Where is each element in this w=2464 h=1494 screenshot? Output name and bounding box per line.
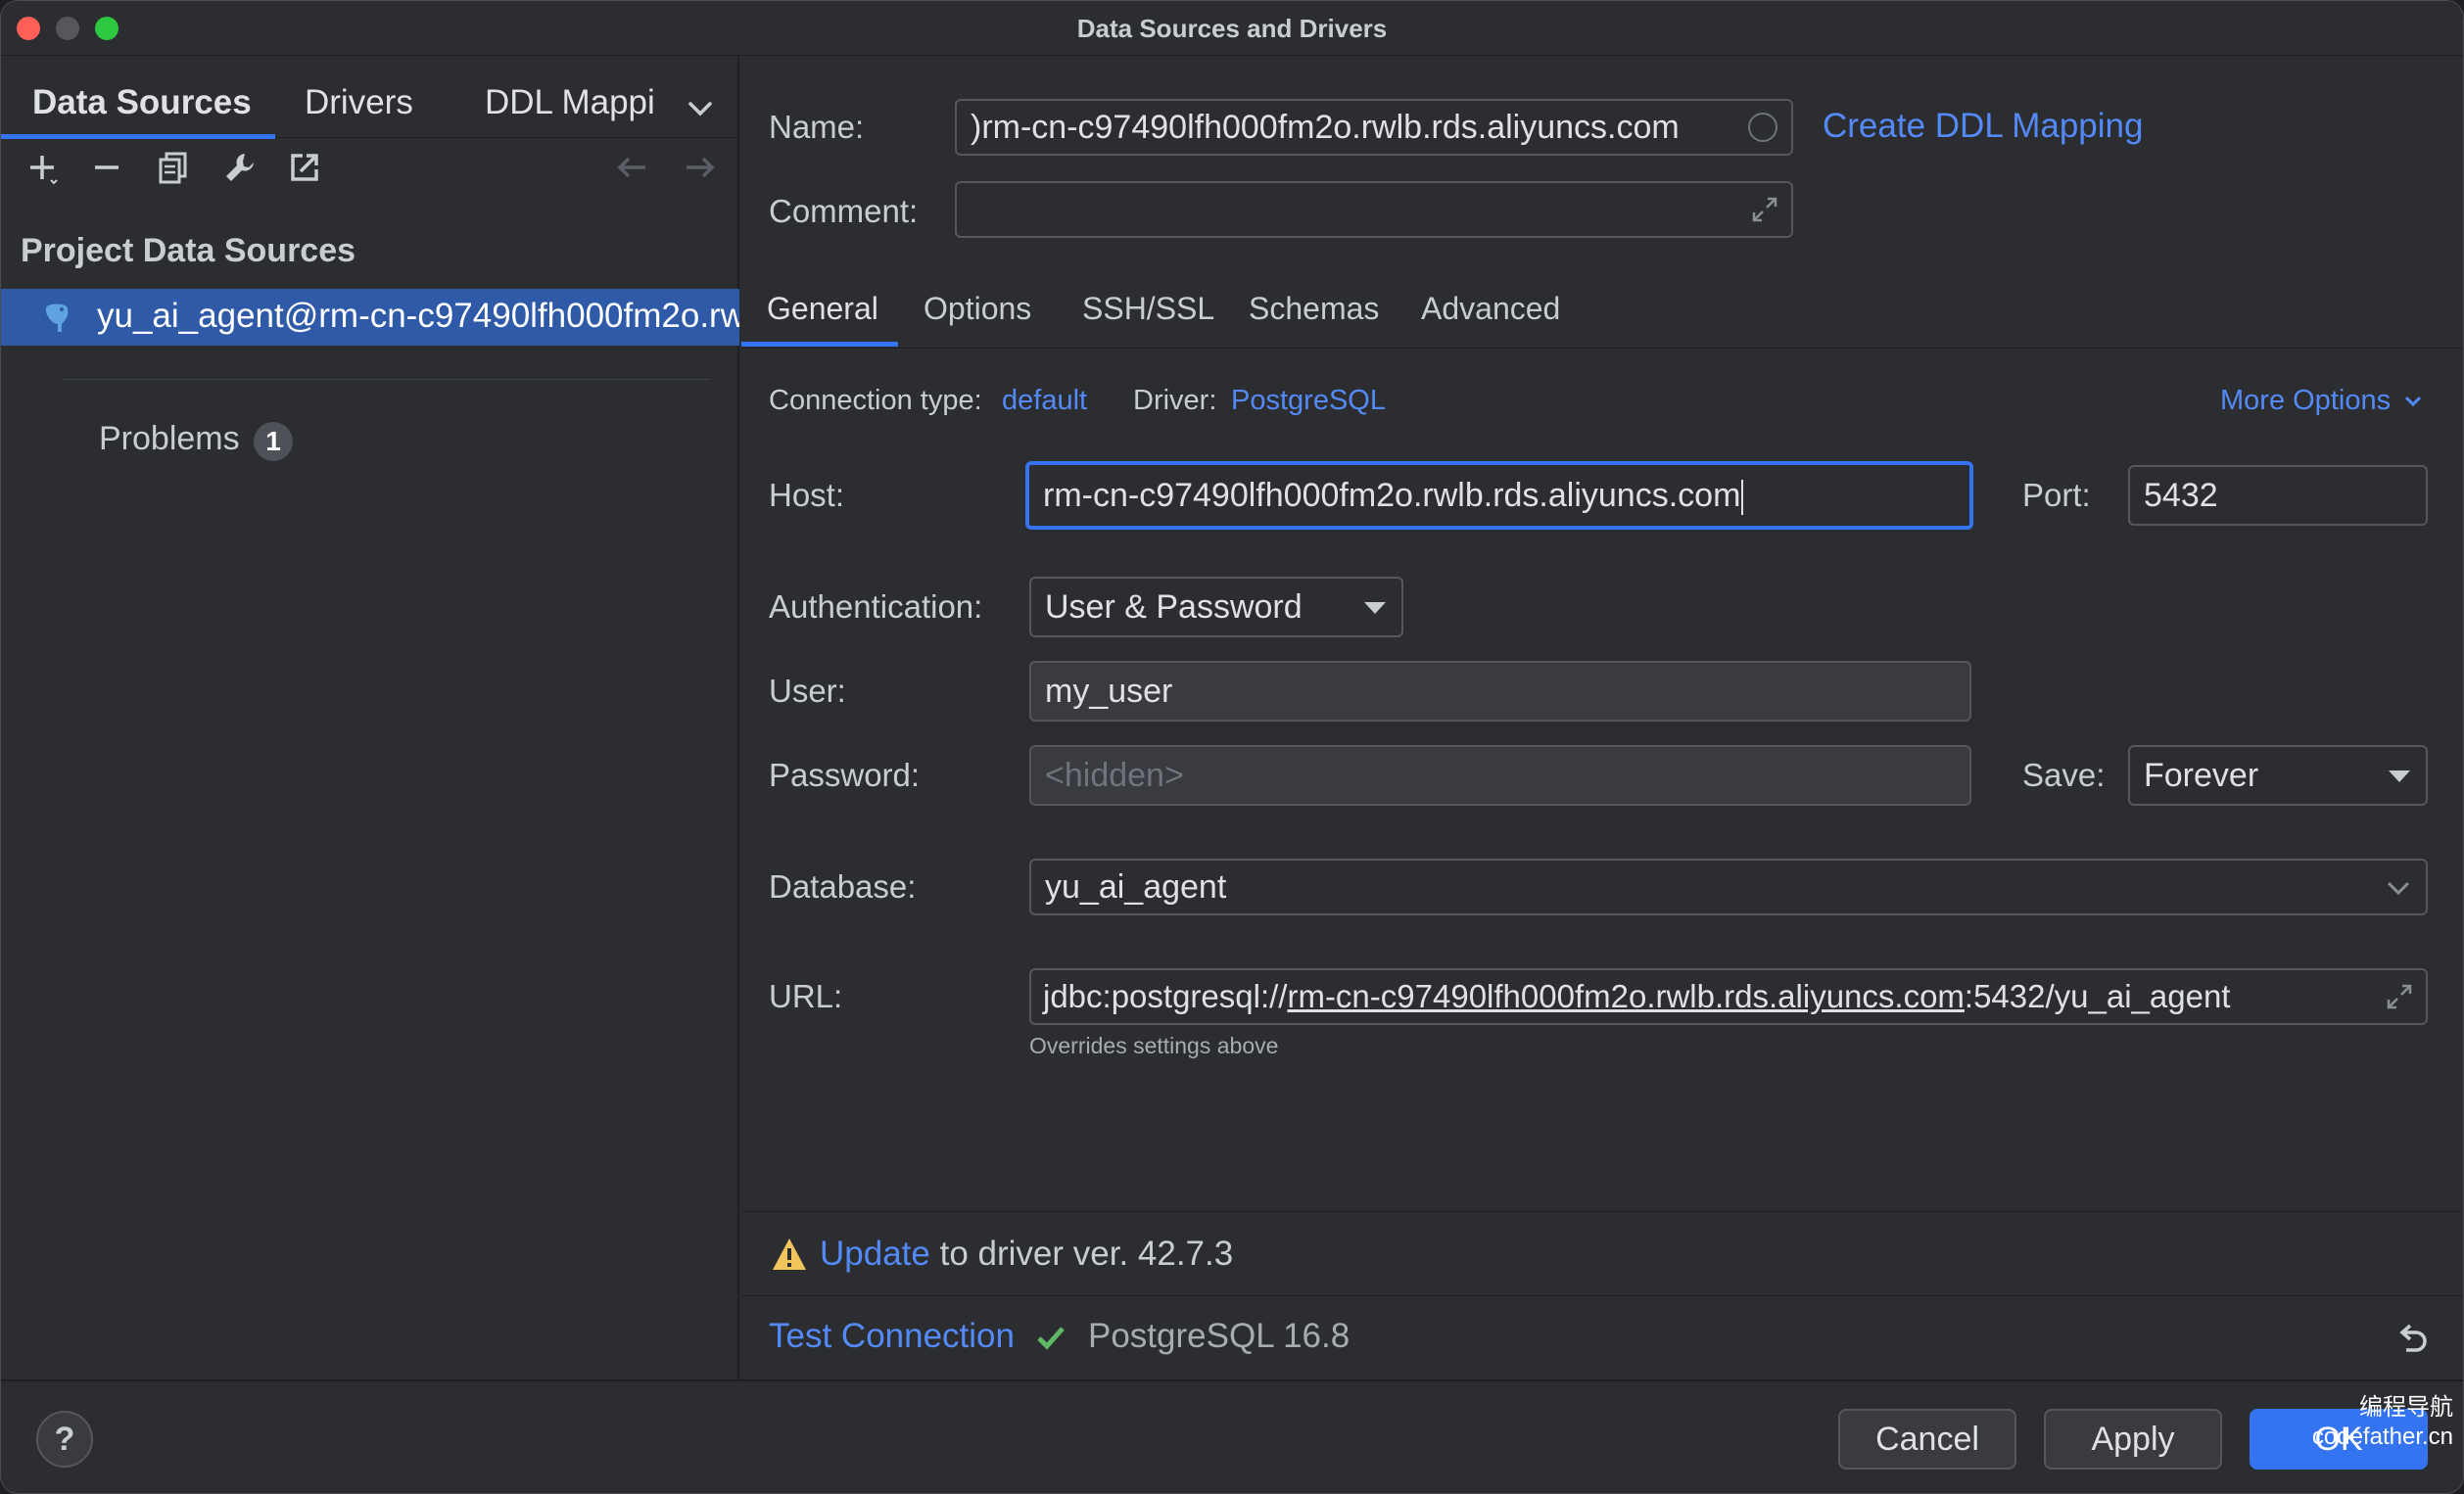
driver-update-notice: Update to driver ver. 42.7.3 xyxy=(820,1235,1233,1274)
driver-label: Driver: xyxy=(1133,385,1217,416)
tab-general[interactable]: General xyxy=(767,291,878,327)
host-label: Host: xyxy=(769,477,845,513)
watermark-line-1: 编程导航 xyxy=(2359,1394,2453,1421)
tab-options[interactable]: Options xyxy=(924,291,1031,327)
duplicate-icon[interactable] xyxy=(152,146,195,189)
loading-circle-icon xyxy=(1748,113,1777,142)
divider xyxy=(741,1211,2463,1212)
forward-arrow-icon[interactable] xyxy=(679,146,722,189)
driver-link[interactable]: PostgreSQL xyxy=(1231,385,1386,417)
more-options-label: More Options xyxy=(2220,385,2392,416)
url-input[interactable]: jdbc:postgresql://rm-cn-c97490lfh000fm2o… xyxy=(1029,968,2428,1025)
url-note: Overrides settings above xyxy=(1029,1033,1279,1058)
active-tab-indicator xyxy=(741,342,898,347)
host-value: rm-cn-c97490lfh000fm2o.rwlb.rds.aliyuncs… xyxy=(1043,477,1741,514)
test-connection-link[interactable]: Test Connection xyxy=(769,1317,1015,1356)
authentication-value: User & Password xyxy=(1045,588,1303,626)
save-value: Forever xyxy=(2144,757,2259,794)
postgresql-elephant-icon xyxy=(46,303,69,332)
tab-ddl-mappings[interactable]: DDL Mappi xyxy=(485,83,671,122)
url-label: URL: xyxy=(769,978,843,1014)
chevron-down-icon xyxy=(2405,397,2422,407)
tab-data-sources[interactable]: Data Sources xyxy=(32,83,252,122)
divider xyxy=(62,379,710,380)
data-source-label: yu_ai_agent@rm-cn-c97490lfh000fm2o.rwlb.… xyxy=(97,297,739,335)
name-value: )rm-cn-c97490lfh000fm2o.rwlb.rds.aliyunc… xyxy=(971,109,1680,146)
more-options-link[interactable]: More Options xyxy=(2220,385,2424,417)
authentication-label: Authentication: xyxy=(769,588,983,625)
window-title: Data Sources and Drivers xyxy=(1076,14,1388,43)
data-source-item[interactable]: yu_ai_agent@rm-cn-c97490lfh000fm2o.rwlb.… xyxy=(1,289,739,346)
create-ddl-mapping-link[interactable]: Create DDL Mapping xyxy=(1823,107,2143,146)
expand-icon[interactable] xyxy=(2385,982,2414,1011)
port-value: 5432 xyxy=(2144,477,2218,514)
save-select[interactable]: Forever xyxy=(2128,745,2428,806)
remove-icon[interactable] xyxy=(85,146,128,189)
port-label: Port: xyxy=(2022,477,2091,513)
problems-label[interactable]: Problems xyxy=(99,420,240,458)
undo-icon[interactable] xyxy=(2394,1321,2430,1356)
watermark-line-2: codefather.cn xyxy=(2311,1424,2453,1450)
authentication-select[interactable]: User & Password xyxy=(1029,577,1403,637)
right-panel: Name: )rm-cn-c97490lfh000fm2o.rwlb.rds.a… xyxy=(741,56,2463,1379)
url-prefix: jdbc:postgresql:// xyxy=(1043,978,1288,1014)
divider xyxy=(741,1295,2463,1296)
warning-icon xyxy=(773,1238,806,1270)
url-suffix: :5432/yu_ai_agent xyxy=(1964,978,2231,1014)
name-label: Name: xyxy=(769,109,865,145)
title-bar: Data Sources and Drivers xyxy=(1,1,2463,56)
left-panel: Data Sources Drivers DDL Mappi Project D… xyxy=(1,56,739,1379)
open-external-icon[interactable] xyxy=(283,146,326,189)
comment-field[interactable] xyxy=(955,181,1793,238)
problems-count-badge: 1 xyxy=(254,422,293,461)
password-input[interactable]: <hidden> xyxy=(1029,745,1971,806)
expand-icon[interactable] xyxy=(1750,195,1779,224)
tab-advanced[interactable]: Advanced xyxy=(1421,291,1560,327)
port-input[interactable]: 5432 xyxy=(2128,465,2428,526)
save-label: Save: xyxy=(2022,757,2106,793)
update-link[interactable]: Update xyxy=(820,1235,930,1273)
section-title-project-data-sources: Project Data Sources xyxy=(21,232,356,269)
url-host: rm-cn-c97490lfh000fm2o.rwlb.rds.aliyuncs… xyxy=(1287,978,1965,1014)
dropdown-caret-icon xyxy=(2389,770,2410,782)
password-label: Password: xyxy=(769,757,921,793)
connection-type-label: Connection type: xyxy=(769,385,982,416)
tab-schemas[interactable]: Schemas xyxy=(1249,291,1379,327)
chevron-down-icon[interactable] xyxy=(687,95,714,122)
user-label: User: xyxy=(769,673,846,709)
watermark: 编程导航 codefather.cn xyxy=(2312,1393,2453,1452)
tabs-divider xyxy=(741,348,2463,349)
dropdown-caret-icon xyxy=(1364,602,1386,614)
back-arrow-icon[interactable] xyxy=(610,146,653,189)
active-tab-indicator xyxy=(1,134,275,139)
add-icon[interactable] xyxy=(21,146,64,189)
checkmark-icon xyxy=(1037,1327,1065,1350)
wrench-icon[interactable] xyxy=(218,146,261,189)
database-label: Database: xyxy=(769,868,917,905)
tab-drivers[interactable]: Drivers xyxy=(305,83,413,122)
dialog-window: Data Sources and Drivers Data Sources Dr… xyxy=(0,0,2464,1494)
password-placeholder: <hidden> xyxy=(1045,757,1184,794)
update-notice-text: to driver ver. 42.7.3 xyxy=(929,1235,1234,1273)
user-value: my_user xyxy=(1045,673,1173,710)
tab-ssh-ssl[interactable]: SSH/SSL xyxy=(1082,291,1214,327)
test-connection-result: PostgreSQL 16.8 xyxy=(1088,1317,1350,1355)
name-field[interactable]: )rm-cn-c97490lfh000fm2o.rwlb.rds.aliyunc… xyxy=(955,99,1793,156)
database-combobox[interactable]: yu_ai_agent xyxy=(1029,859,2428,915)
text-cursor xyxy=(1741,480,1744,516)
help-button[interactable]: ? xyxy=(36,1411,93,1468)
apply-button[interactable]: Apply xyxy=(2044,1409,2222,1470)
host-input[interactable]: rm-cn-c97490lfh000fm2o.rwlb.rds.aliyuncs… xyxy=(1025,461,1973,530)
chevron-down-icon[interactable] xyxy=(2385,876,2412,900)
left-tab-bar: Data Sources Drivers DDL Mappi xyxy=(1,70,739,139)
connection-type-link[interactable]: default xyxy=(1002,385,1087,417)
cancel-button[interactable]: Cancel xyxy=(1838,1409,2016,1470)
database-value: yu_ai_agent xyxy=(1045,868,1227,906)
dialog-footer: ? Cancel Apply OK 编程导航 codefather.cn xyxy=(1,1379,2463,1493)
comment-label: Comment: xyxy=(769,193,919,229)
user-input[interactable]: my_user xyxy=(1029,661,1971,722)
